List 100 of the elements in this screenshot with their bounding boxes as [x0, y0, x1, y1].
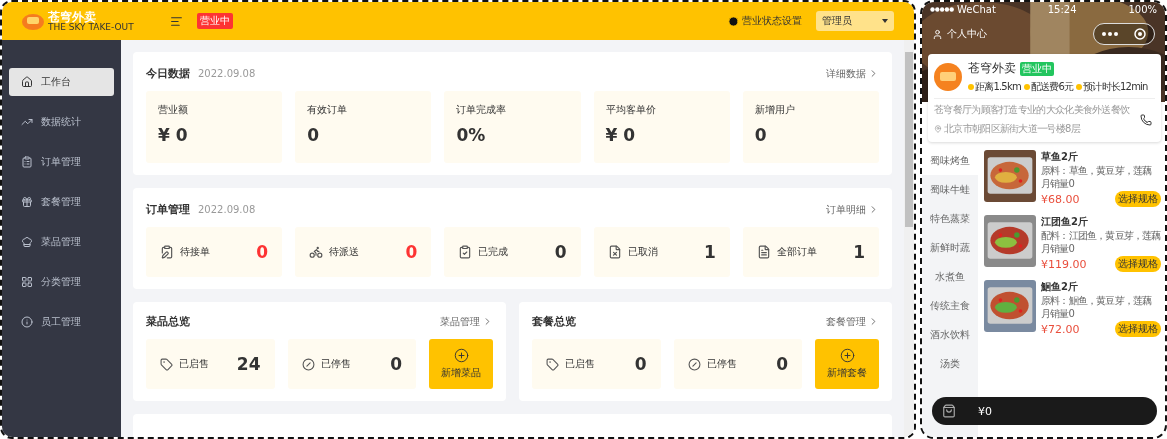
home-icon: [21, 76, 33, 88]
card-title: 菜品总览: [146, 314, 190, 329]
document-icon: [756, 245, 771, 259]
stat-label: 营业额: [158, 103, 189, 117]
order-count: 0: [554, 242, 567, 262]
carrier: WeChat: [957, 4, 996, 15]
details-link[interactable]: 订单明细: [826, 202, 879, 217]
card-title: 套餐总览: [532, 314, 576, 329]
user-dropdown[interactable]: 管理员: [816, 11, 894, 31]
sidebar-item[interactable]: 分类管理: [9, 268, 114, 296]
sidebar-item[interactable]: 套餐管理: [9, 188, 114, 216]
category-item[interactable]: 蜀味牛蛙: [922, 175, 978, 204]
sidebar-item[interactable]: 员工管理: [9, 308, 114, 336]
sale-label: 已启售: [565, 357, 596, 371]
dish-sales: 月销量0: [1041, 307, 1076, 319]
sidebar-item[interactable]: 工作台: [9, 68, 114, 96]
order-count: 0: [256, 242, 269, 262]
store-description: 苍穹餐厅为顾客打造专业的大众化美食外送餐饮: [934, 103, 1131, 117]
slash-circle-icon: [687, 357, 701, 371]
order-tile[interactable]: 待接单 0: [146, 227, 283, 277]
stat-value: 0: [754, 125, 768, 145]
dish-ingredients: 配料：江团鱼，黄豆芽，莲藕: [1041, 230, 1161, 242]
add-button[interactable]: 新增菜品: [429, 339, 493, 389]
more-icon: [1102, 32, 1118, 36]
status-badge: 营业中: [196, 13, 233, 29]
add-button[interactable]: 新增套餐: [815, 339, 879, 389]
choose-spec-button[interactable]: 选择规格: [1115, 256, 1161, 272]
stat-label: 平均客单价: [605, 103, 657, 117]
order-label: 全部订单: [776, 245, 818, 259]
cart-bar[interactable]: ¥0: [932, 397, 1157, 425]
cart-total: ¥0: [978, 404, 992, 418]
store-logo: [934, 63, 962, 91]
sale-count: 24: [236, 354, 261, 374]
order-tile[interactable]: 已完成 0: [444, 227, 581, 277]
clipboard-check-icon: [458, 245, 473, 259]
card-title: 今日数据: [146, 66, 190, 81]
stat-value: 0: [307, 125, 321, 145]
category-item[interactable]: 新鲜时蔬: [922, 233, 978, 262]
order-tile[interactable]: 全部订单 1: [742, 227, 879, 277]
manage-link[interactable]: 套餐管理: [826, 314, 879, 329]
store-name: 苍穹外卖: [968, 60, 1016, 77]
details-link[interactable]: 详细数据: [826, 66, 879, 81]
sidebar-item[interactable]: 数据统计: [9, 108, 114, 136]
sidebar-item[interactable]: 订单管理: [9, 148, 114, 176]
category-item[interactable]: 特色蒸菜: [922, 204, 978, 233]
dish-sales: 月销量0: [1041, 177, 1076, 189]
trend-icon: [21, 116, 33, 128]
manage-link[interactable]: 菜品管理: [440, 314, 493, 329]
tag-icon: [546, 357, 559, 371]
stat-label: 新增用户: [754, 103, 796, 117]
order-label: 待接单: [180, 245, 211, 259]
choose-spec-button[interactable]: 选择规格: [1115, 321, 1161, 337]
stat-label: 订单完成率: [456, 103, 508, 117]
category-item[interactable]: 水煮鱼: [922, 262, 978, 291]
logo-icon: [22, 12, 44, 30]
category-item[interactable]: 传统主食: [922, 291, 978, 320]
user-icon: [932, 28, 943, 40]
tag-icon: [160, 357, 173, 371]
order-count: 1: [853, 242, 865, 262]
chef-hat-icon: [21, 236, 33, 248]
choose-spec-button[interactable]: 选择规格: [1115, 191, 1161, 207]
logo-title: 苍穹外卖: [48, 10, 97, 23]
dish-price: ¥68.00: [1041, 192, 1080, 206]
clock-time: 15:24: [1047, 4, 1077, 15]
status-setting-button[interactable]: 营业状态设置: [728, 14, 802, 28]
category-item[interactable]: 酒水饮料: [922, 320, 978, 349]
capsule-control[interactable]: [1093, 23, 1155, 45]
category-item[interactable]: 汤类: [922, 349, 978, 378]
scrollbar[interactable]: [904, 40, 914, 437]
category-item[interactable]: 蜀味烤鱼: [922, 146, 978, 175]
clipboard-icon: [21, 156, 33, 168]
card-date: 2022.09.08: [198, 68, 256, 79]
sale-label: 已停售: [706, 357, 738, 371]
signal-icon: [930, 7, 954, 12]
sale-count: 0: [634, 354, 647, 374]
grid-icon: [21, 276, 33, 288]
info-icon: [21, 316, 33, 328]
bag-icon: [942, 404, 956, 418]
dish-ingredients: 原料：草鱼，黄豆芽，莲藕: [1041, 165, 1153, 177]
order-tile[interactable]: 待派送 0: [295, 227, 432, 277]
dish-sales: 月销量0: [1041, 242, 1076, 254]
battery-level: 100%: [1128, 4, 1157, 15]
clock-icon: [728, 15, 739, 27]
order-count: 0: [405, 242, 418, 262]
order-tile[interactable]: 已取消 1: [593, 227, 730, 277]
stat-value: ¥ 0: [158, 125, 189, 145]
phone-icon[interactable]: [1140, 113, 1152, 126]
sale-label: 已停售: [320, 357, 352, 371]
sidebar-item[interactable]: 菜品管理: [9, 228, 114, 256]
order-label: 已完成: [478, 245, 510, 259]
sale-count: 0: [776, 354, 788, 374]
dish-name: 鮰鱼2斤: [1041, 280, 1079, 294]
sale-count: 0: [390, 354, 402, 374]
profile-link[interactable]: 个人中心: [932, 27, 987, 41]
dish-ingredients: 原料：鮰鱼，黄豆芽，莲藕: [1041, 295, 1153, 307]
stat-value: 0%: [456, 125, 487, 145]
logo-subtitle: THE SKY TAKE-OUT: [48, 22, 134, 32]
bike-icon: [309, 245, 324, 259]
caret-icon: [882, 19, 888, 23]
menu-icon[interactable]: [169, 14, 183, 28]
